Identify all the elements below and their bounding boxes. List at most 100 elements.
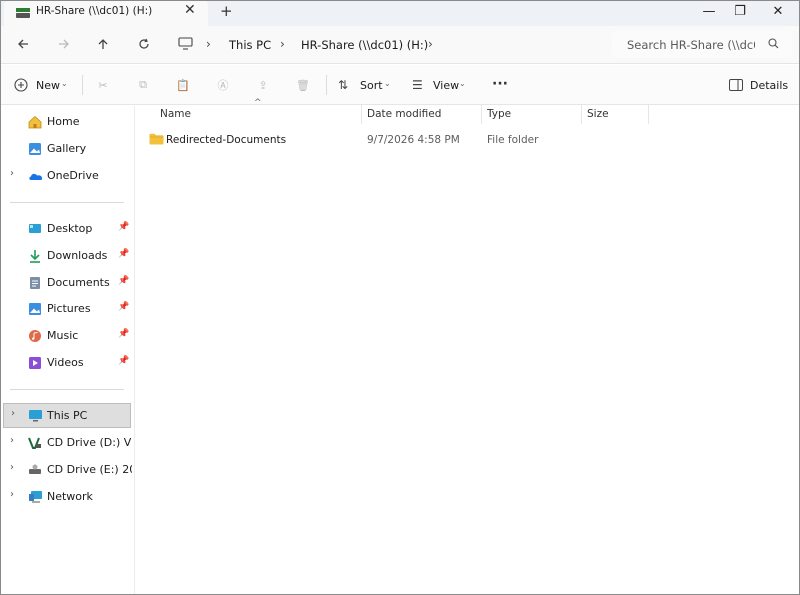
this-pc-icon [28,409,42,423]
up-arrow-icon [98,39,108,49]
details-label: Details [750,79,789,92]
sidebar-item-label: Videos [47,356,84,369]
sort-label: Sort [360,79,383,92]
sidebar-item-label: Pictures [47,302,91,315]
details-button[interactable]: Details [729,76,789,96]
home-icon [28,115,42,129]
sidebar-item-this-pc[interactable]: › This PC [3,403,131,428]
chevron-right-icon[interactable]: › [10,489,14,500]
refresh-icon [139,38,149,49]
chevron-right-icon[interactable]: › [10,168,14,179]
view-button[interactable]: ☰ View ⌄ [412,76,472,96]
copy-icon[interactable]: ⧉ [134,76,152,94]
chevron-right-icon: › [206,37,211,51]
toolbar-divider [82,75,83,95]
more-options-button[interactable]: ··· [492,76,508,92]
cd-drive-icon [28,463,42,477]
sidebar-item-label: Gallery [47,142,87,155]
sidebar-item-label: Desktop [47,222,93,235]
new-button[interactable]: New ⌄ [14,76,72,96]
back-arrow-icon [18,39,28,49]
details-pane-icon [729,79,743,94]
back-button[interactable] [12,34,34,54]
sort-ascending-icon: ^ [254,98,262,108]
pin-icon[interactable]: 📌 [118,302,129,312]
column-header-date-modified[interactable]: Date modified [367,108,441,120]
sidebar-item-gallery[interactable]: Gallery [0,137,132,161]
active-tab[interactable]: HR-Share (\\dc01) (H:) ✕ [4,0,208,26]
network-icon [28,490,42,504]
view-label: View [433,79,460,92]
sidebar-divider [10,202,124,203]
sidebar-item-network[interactable]: › Network [0,485,132,509]
chevron-down-icon: ⌄ [61,79,68,88]
chevron-right-icon[interactable]: › [10,435,14,446]
refresh-button[interactable] [133,34,155,54]
column-divider[interactable] [481,104,482,124]
file-name[interactable]: Redirected-Documents [166,134,286,146]
pin-icon[interactable]: 📌 [118,249,129,259]
pictures-icon [28,302,42,316]
sort-button[interactable]: ⇅ Sort ⌄ [338,76,396,96]
file-date-modified: 9/7/2026 4:58 PM [367,134,460,146]
gallery-icon [28,142,42,156]
chevron-down-icon: ⌄ [384,79,391,88]
sidebar-item-label: OneDrive [47,169,99,182]
tab-title: HR-Share (\\dc01) (H:) [36,5,153,17]
tab-close-button[interactable]: ✕ [184,2,196,18]
cut-icon[interactable]: ✂ [94,76,112,94]
search-input[interactable]: Search HR-Share (\\dc01 (H:)) [627,38,755,52]
rename-icon[interactable]: Ⓐ [214,76,232,94]
command-bar [0,65,800,105]
pin-icon[interactable]: 📌 [118,329,129,339]
sidebar-item-desktop[interactable]: Desktop 📌 [0,217,132,241]
chevron-right-icon[interactable]: › [11,408,15,419]
plus-circle-icon [14,78,28,95]
forward-button[interactable] [53,34,75,54]
share-icon[interactable]: ⇪ [254,76,272,94]
column-divider[interactable] [361,104,362,124]
maximize-button[interactable]: ❐ [721,0,759,22]
sidebar-item-pictures[interactable]: Pictures 📌 [0,297,132,321]
sidebar-item-label: CD Drive (E:) 2026-0 [47,463,132,476]
computer-icon [178,37,193,53]
breadcrumb-this-pc[interactable]: This PC [229,38,271,52]
column-divider[interactable] [648,104,649,124]
cd-drive-icon [28,436,42,450]
chevron-right-icon[interactable]: › [428,37,433,51]
breadcrumb-hr-share[interactable]: HR-Share (\\dc01) (H:) [301,38,428,52]
sidebar-item-label: Documents [47,276,110,289]
column-header-size[interactable]: Size [587,108,609,120]
search-icon [768,38,779,52]
pin-icon[interactable]: 📌 [118,276,129,286]
delete-icon[interactable]: 🗑 [294,76,312,94]
pin-icon[interactable]: 📌 [118,356,129,366]
sidebar-item-cd-drive-d[interactable]: › CD Drive (D:) Virtual [0,431,132,455]
chevron-down-icon: ⌄ [459,79,466,88]
column-header-name[interactable]: Name [160,108,191,120]
videos-icon [28,356,42,370]
sidebar-item-onedrive[interactable]: › OneDrive [0,164,132,188]
chevron-right-icon[interactable]: › [10,462,14,473]
desktop-icon [28,222,42,236]
pin-icon[interactable]: 📌 [118,222,129,232]
sidebar-item-documents[interactable]: Documents 📌 [0,271,132,295]
column-header-type[interactable]: Type [487,108,511,120]
sidebar-item-music[interactable]: Music 📌 [0,324,132,348]
toolbar-divider [326,75,327,95]
close-window-button[interactable]: ✕ [759,0,797,22]
documents-icon [28,276,42,290]
column-divider[interactable] [581,104,582,124]
sidebar-item-cd-drive-e[interactable]: › CD Drive (E:) 2026-0 [0,458,132,482]
new-tab-button[interactable]: + [220,2,233,20]
sidebar-item-downloads[interactable]: Downloads 📌 [0,244,132,268]
paste-icon[interactable]: 📋 [174,76,192,94]
sidebar-item-home[interactable]: Home [0,110,132,134]
chevron-right-icon: › [280,37,285,51]
sidebar-item-label: Music [47,329,79,342]
sidebar-item-videos[interactable]: Videos 📌 [0,351,132,375]
sidebar-item-label: Downloads [47,249,108,262]
downloads-icon [28,249,42,263]
up-button[interactable] [92,34,114,54]
music-icon [28,329,42,343]
